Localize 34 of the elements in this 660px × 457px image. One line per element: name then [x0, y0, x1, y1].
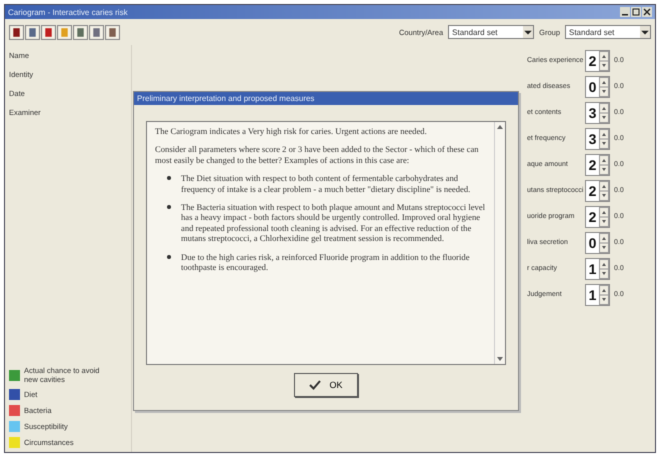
score-spinner[interactable]: 0	[585, 232, 610, 254]
toolbar-icon[interactable]	[41, 24, 56, 40]
bullet-icon	[167, 205, 171, 210]
score-spinner[interactable]: 3	[585, 102, 610, 124]
bullet-text: The Bacteria situation with respect to both plaque amount and Mutans streptococci level has a heavy impact - both factors should be urgently controlled. Improved oral hygiene and repeated professional tooth cleaning is advised. For an effective reduction of the mutans streptococci, a Chlorhexidine gel treatment session is recommended.	[181, 202, 486, 244]
score-spinner[interactable]: 3	[585, 128, 610, 150]
toolbar-icon[interactable]	[73, 24, 88, 40]
group-dropdown[interactable]: Standard set	[565, 25, 651, 39]
toolbar-icon[interactable]	[105, 24, 120, 40]
country-dropdown[interactable]: Standard set	[448, 25, 534, 39]
score-spinner[interactable]: 2	[585, 206, 610, 228]
score-spinner[interactable]: 2	[585, 154, 610, 176]
minimize-icon[interactable]	[620, 7, 630, 17]
score-spinner[interactable]: 1	[585, 284, 610, 306]
bullet-icon	[167, 254, 171, 259]
check-icon	[309, 380, 322, 390]
maximize-icon[interactable]	[631, 7, 641, 17]
score-spinner[interactable]: 1	[585, 258, 610, 280]
ok-button[interactable]: OK	[294, 373, 358, 397]
score-spinner[interactable]: 0	[585, 76, 610, 98]
score-spinner[interactable]: 2	[585, 50, 610, 72]
paragraph: Consider all parameters where score 2 or 3 have been added to the Sector - which of these can most easily be changed to the better? Examples of actions in this case are:	[155, 144, 480, 166]
toolbar-icon[interactable]	[25, 24, 40, 40]
bullet-text: Due to the high caries risk, a reinforced Fluoride program in addition to the fluoride toothpaste is encouraged.	[181, 252, 471, 272]
toolbar-icon[interactable]	[9, 24, 24, 40]
bullet-icon	[167, 176, 171, 180]
close-icon[interactable]	[642, 7, 652, 17]
dialog-title: Preliminary interpretation and proposed measures	[137, 94, 314, 103]
bullet-text: The Diet situation with respect to both content of fermentable carbohydrates and frequency of intake is a clear problem - a much better "dietary discipline" is needed.	[181, 173, 472, 194]
toolbar-icon[interactable]	[89, 24, 104, 40]
paragraph: The Cariogram indicates a Very high risk for caries. Urgent actions are needed.	[155, 126, 428, 136]
scrollbar[interactable]	[494, 122, 505, 364]
score-spinner[interactable]: 2	[585, 180, 610, 202]
window-title: Cariogram - Interactive caries risk	[8, 8, 128, 16]
